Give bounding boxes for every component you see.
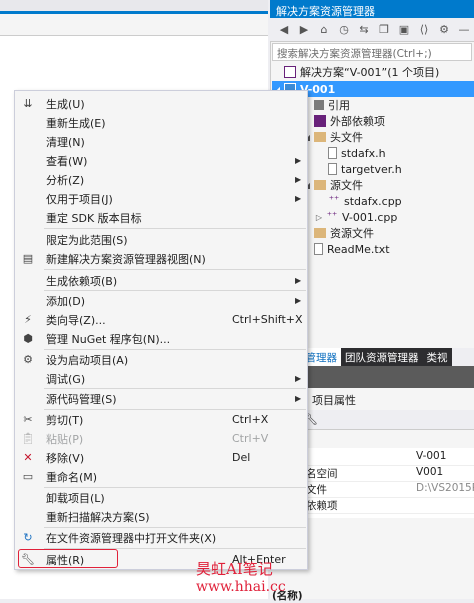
- code-view-icon[interactable]: ⟨⟩: [416, 22, 432, 38]
- tab-class-view[interactable]: 类视: [422, 348, 452, 366]
- tree-item-references[interactable]: 引用: [314, 97, 350, 113]
- submenu-arrow-icon: ▶: [295, 156, 302, 165]
- menu-item-cut[interactable]: ✂ 剪切(T) Ctrl+X: [15, 410, 307, 429]
- tree-item-readme[interactable]: ReadMe.txt: [314, 241, 390, 257]
- external-deps-icon: [314, 115, 326, 127]
- menu-separator: [44, 269, 306, 270]
- highlight-box: [18, 549, 118, 568]
- solution-explorer-search-input[interactable]: 搜索解决方案资源管理器(Ctrl+;): [272, 43, 472, 61]
- menu-item-scope-to-this[interactable]: 限定为此范围(S): [15, 230, 307, 249]
- header-file-icon: [328, 163, 337, 175]
- tree-item-solution[interactable]: 解决方案“V-001”(1 个项目): [284, 64, 439, 80]
- class-wizard-icon: ⚡: [24, 313, 32, 326]
- menu-item-retarget-sdk[interactable]: 重定 SDK 版本目标: [15, 208, 307, 227]
- menu-item-build-dependencies[interactable]: 生成依赖项(B) ▶: [15, 271, 307, 290]
- menu-item-rebuild[interactable]: 重新生成(E): [15, 113, 307, 132]
- cpp-file-icon: ⁺⁺: [326, 211, 338, 222]
- folder-icon: [314, 180, 326, 190]
- home-icon[interactable]: ⌂: [316, 22, 332, 38]
- menu-item-analyze[interactable]: 分析(Z) ▶: [15, 170, 307, 189]
- editor-nav-bar: [0, 14, 268, 36]
- menu-item-clean[interactable]: 清理(N): [15, 132, 307, 151]
- menu-item-open-in-explorer[interactable]: ↻ 在文件资源管理器中打开文件夹(X): [15, 528, 307, 547]
- solution-explorer-toolbar: ◀ ▶ ⌂ ◷ ⇆ ❐ ▣ ⟨⟩ ⚙ —: [270, 18, 474, 42]
- menu-item-unload-project[interactable]: 卸载项目(L): [15, 488, 307, 507]
- tree-item-stdafx-cpp[interactable]: ⁺⁺ stdafx.cpp: [328, 193, 402, 209]
- submenu-arrow-icon: ▶: [295, 276, 302, 285]
- context-menu: ⇊ 生成(U) 重新生成(E) 清理(N) 查看(W) ▶ 分析(Z) ▶ 仅用…: [14, 90, 308, 570]
- header-file-icon: [328, 147, 337, 159]
- menu-item-debug[interactable]: 调试(G) ▶: [15, 369, 307, 388]
- menu-separator: [44, 228, 306, 229]
- references-icon: [314, 100, 324, 110]
- submenu-arrow-icon: ▶: [295, 296, 302, 305]
- menu-item-rename[interactable]: ▭ 重命名(M): [15, 467, 307, 486]
- collapse-icon[interactable]: ▣: [396, 22, 412, 38]
- tree-item-targetver-h[interactable]: targetver.h: [328, 161, 402, 177]
- folder-icon: [314, 228, 326, 238]
- tree-item-resource-folder[interactable]: 资源文件: [314, 225, 374, 241]
- forward-icon[interactable]: ▶: [296, 22, 312, 38]
- build-icon: ⇊: [23, 97, 33, 110]
- gear-icon: ⚙: [23, 353, 33, 366]
- menu-item-rescan-solution[interactable]: 重新扫描解决方案(S): [15, 507, 307, 526]
- menu-item-remove[interactable]: ✕ 移除(V) Del: [15, 448, 307, 467]
- menu-item-class-wizard[interactable]: ⚡ 类向导(Z)... Ctrl+Shift+X: [15, 310, 307, 329]
- menu-item-new-explorer-view[interactable]: ▤ 新建解决方案资源管理器视图(N): [15, 249, 307, 268]
- menu-item-add[interactable]: 添加(D) ▶: [15, 291, 307, 310]
- watermark: 昊虹AI笔记 www.hhai.cc: [196, 560, 286, 595]
- menu-item-view[interactable]: 查看(W) ▶: [15, 151, 307, 170]
- menu-item-build[interactable]: ⇊ 生成(U): [15, 94, 307, 113]
- new-view-icon: ▤: [22, 252, 34, 265]
- tree-item-header-folder[interactable]: ◢ 头文件: [302, 129, 363, 145]
- solution-explorer-title: 解决方案资源管理器: [270, 0, 474, 18]
- menu-item-set-startup[interactable]: ⚙ 设为启动项目(A): [15, 350, 307, 369]
- submenu-arrow-icon: ▶: [295, 194, 302, 203]
- history-icon[interactable]: ◷: [336, 22, 352, 38]
- menu-item-project-only[interactable]: 仅用于项目(J) ▶: [15, 189, 307, 208]
- menu-item-paste[interactable]: 📋︎ 粘贴(P) Ctrl+V: [15, 429, 307, 448]
- tree-item-v001-cpp[interactable]: ▷ ⁺⁺ V-001.cpp: [314, 209, 397, 225]
- tree-item-stdafx-h[interactable]: stdafx.h: [328, 145, 386, 161]
- close-icon: ✕: [23, 451, 33, 464]
- solution-icon: [284, 66, 296, 78]
- text-file-icon: [314, 243, 323, 255]
- minus-icon[interactable]: —: [456, 22, 472, 38]
- menu-item-source-control[interactable]: 源代码管理(S) ▶: [15, 389, 307, 408]
- nuget-icon: ⬢: [23, 332, 33, 345]
- folder-icon: [314, 132, 326, 142]
- back-icon[interactable]: ◀: [276, 22, 292, 38]
- rename-icon: ▭: [22, 470, 34, 483]
- tree-item-external-deps[interactable]: 外部依赖项: [314, 113, 385, 129]
- submenu-arrow-icon: ▶: [295, 394, 302, 403]
- editor-tab-strip: [0, 0, 268, 14]
- copy-icon[interactable]: ❐: [376, 22, 392, 38]
- properties-icon[interactable]: ⚙: [436, 22, 452, 38]
- submenu-arrow-icon: ▶: [295, 374, 302, 383]
- scissors-icon: ✂: [23, 413, 33, 426]
- cpp-file-icon: ⁺⁺: [328, 195, 340, 206]
- paste-icon: 📋︎: [21, 432, 35, 445]
- refresh-icon: ↻: [23, 531, 33, 544]
- expand-arrow-icon[interactable]: ▷: [314, 213, 324, 222]
- submenu-arrow-icon: ▶: [295, 175, 302, 184]
- sync-icon[interactable]: ⇆: [356, 22, 372, 38]
- tree-item-source-folder[interactable]: ◢ 源文件: [302, 177, 363, 193]
- menu-item-manage-nuget[interactable]: ⬢ 管理 NuGet 程序包(N)...: [15, 329, 307, 348]
- tab-team-explorer[interactable]: 团队资源管理器: [341, 348, 423, 366]
